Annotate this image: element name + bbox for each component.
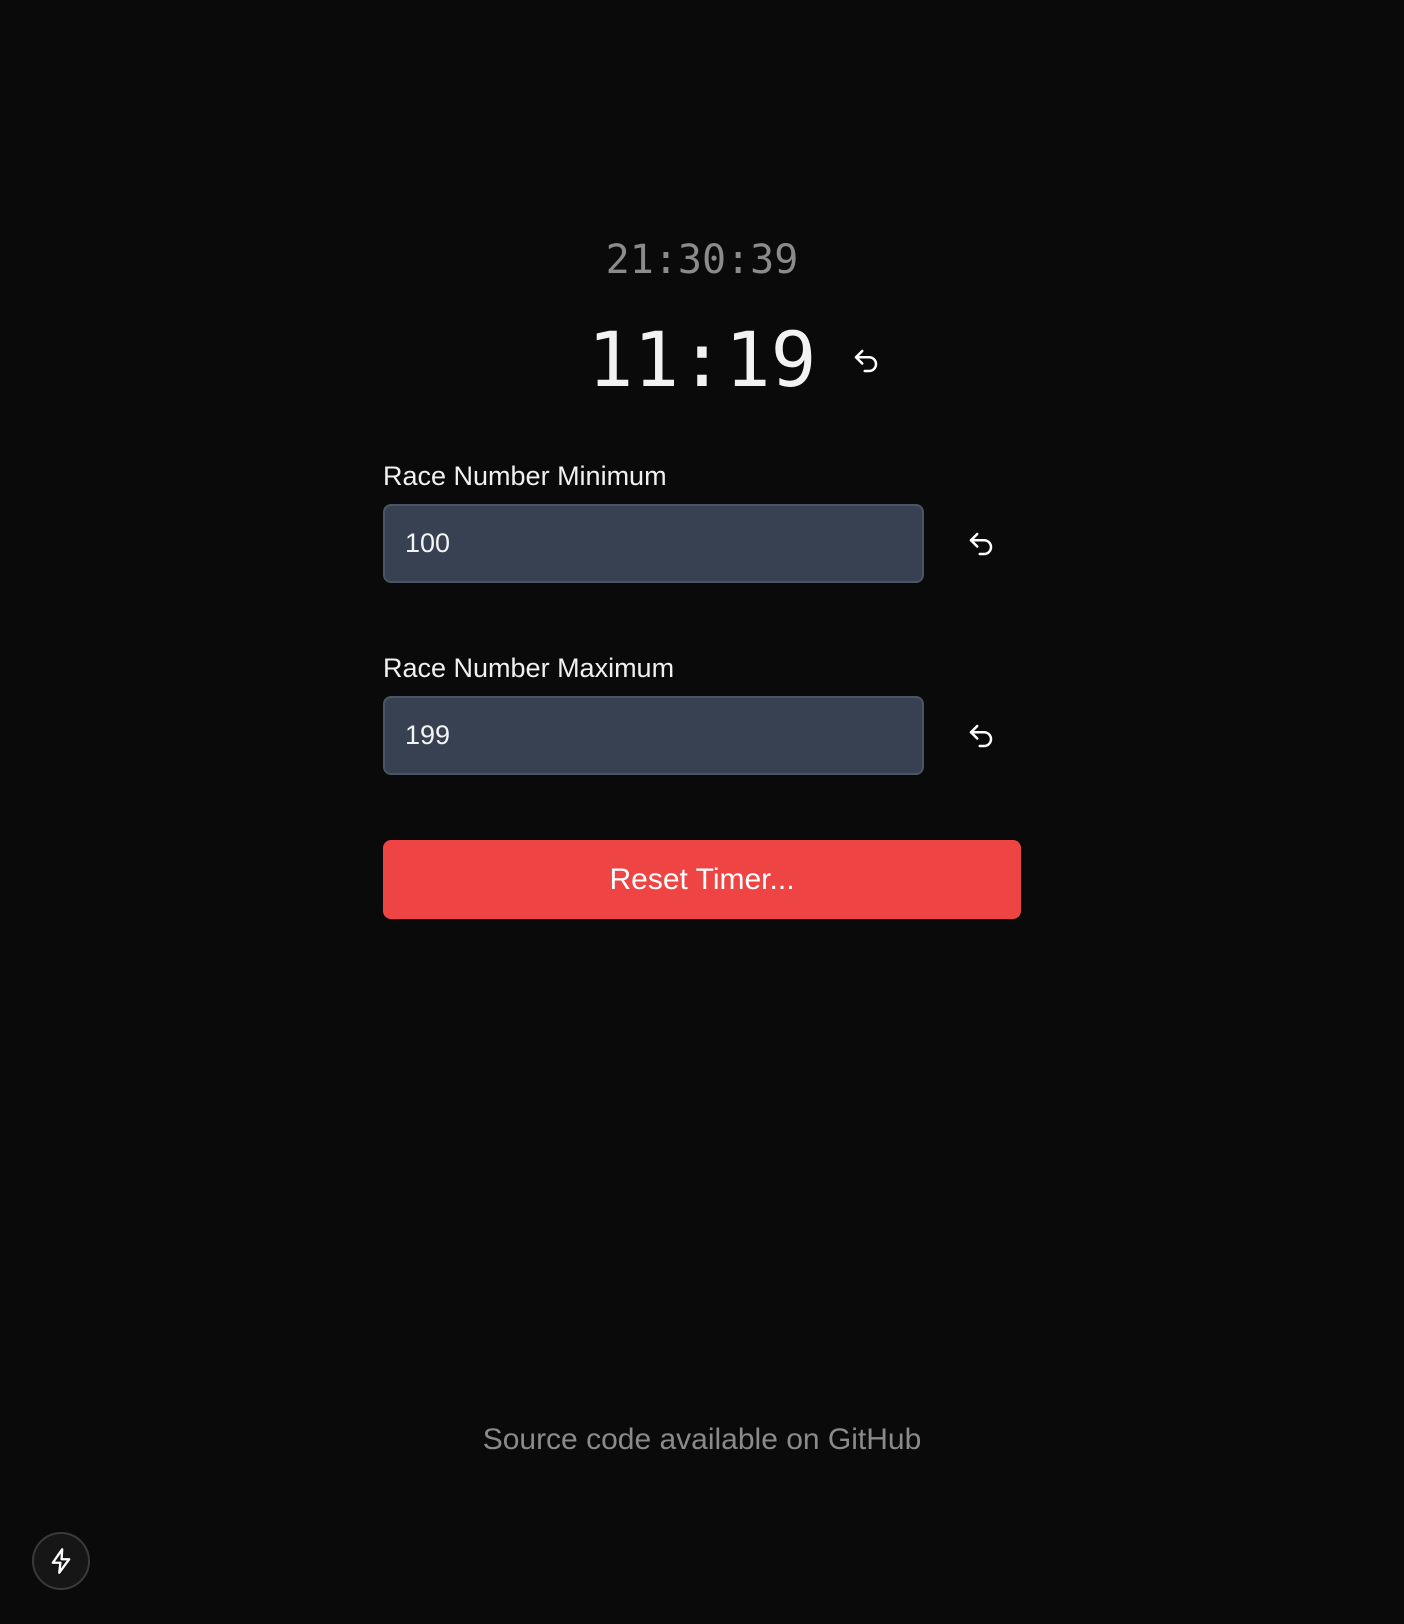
timer-row: 11:19: [0, 312, 1404, 408]
undo-icon: [969, 532, 993, 556]
race-max-undo-button[interactable]: [961, 716, 1001, 756]
github-source-link[interactable]: Source code available on GitHub: [483, 1423, 922, 1456]
footer: Source code available on GitHub: [0, 1420, 1404, 1460]
reset-timer-button[interactable]: Reset Timer...: [383, 840, 1021, 919]
quick-action-button[interactable]: [32, 1532, 90, 1590]
lightning-bolt-icon: [51, 1548, 71, 1574]
countdown-timer: 11:19: [587, 315, 817, 404]
race-max-input[interactable]: [383, 696, 924, 775]
current-time: 21:30:39: [605, 237, 799, 283]
race-min-label: Race Number Minimum: [383, 461, 667, 491]
race-max-label: Race Number Maximum: [383, 653, 675, 683]
page: 21:30:39 11:19 Race Number Minimum Race …: [0, 0, 1404, 1624]
race-min-input[interactable]: [383, 504, 924, 583]
race-min-undo-button[interactable]: [961, 524, 1001, 564]
undo-icon: [969, 724, 993, 748]
timer-undo-button[interactable]: [846, 341, 886, 381]
undo-icon: [854, 349, 878, 373]
